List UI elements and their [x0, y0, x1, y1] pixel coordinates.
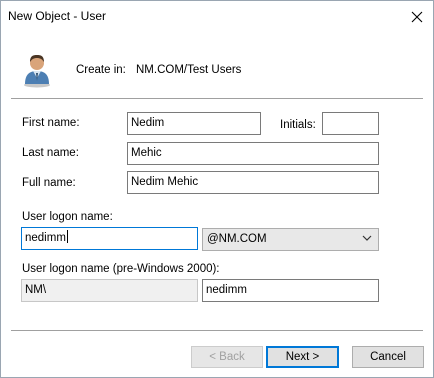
domain-select[interactable]: @NM.COM [202, 228, 379, 251]
first-name-input[interactable]: Nedim [127, 112, 261, 135]
logon-name-value: nedimm [25, 232, 66, 244]
header-separator [11, 98, 423, 99]
first-name-label: First name: [22, 117, 80, 129]
last-name-label: Last name: [22, 147, 79, 159]
close-button[interactable] [401, 1, 433, 32]
text-caret [66, 230, 68, 243]
last-name-input[interactable]: Mehic [127, 142, 379, 165]
back-button[interactable]: < Back [191, 346, 263, 368]
footer-separator [11, 330, 423, 331]
full-name-label: Full name: [22, 177, 76, 189]
logon-name-label: User logon name: [22, 211, 113, 223]
chevron-down-icon [362, 235, 372, 241]
close-icon [411, 11, 423, 22]
logon-name-input[interactable]: nedimm [21, 227, 198, 250]
pre2000-logon-input[interactable]: nedimm [202, 279, 379, 302]
window-title: New Object - User [8, 9, 107, 23]
domain-select-value: @NM.COM [207, 233, 267, 245]
user-icon [24, 55, 50, 88]
pre2000-label: User logon name (pre-Windows 2000): [22, 263, 220, 275]
create-in-value: NM.COM/Test Users [136, 64, 242, 76]
next-button[interactable]: Next > [266, 346, 339, 368]
initials-label: Initials: [280, 119, 316, 131]
create-in-label: Create in: [76, 64, 126, 76]
cancel-button[interactable]: Cancel [352, 346, 424, 368]
full-name-input[interactable]: Nedim Mehic [127, 171, 379, 194]
pre2000-domain-field: NM\ [21, 279, 198, 302]
title-bar: New Object - User [1, 1, 433, 32]
new-user-dialog: New Object - User Create in: NM.COM/Test… [0, 0, 434, 378]
initials-input[interactable] [322, 112, 379, 135]
